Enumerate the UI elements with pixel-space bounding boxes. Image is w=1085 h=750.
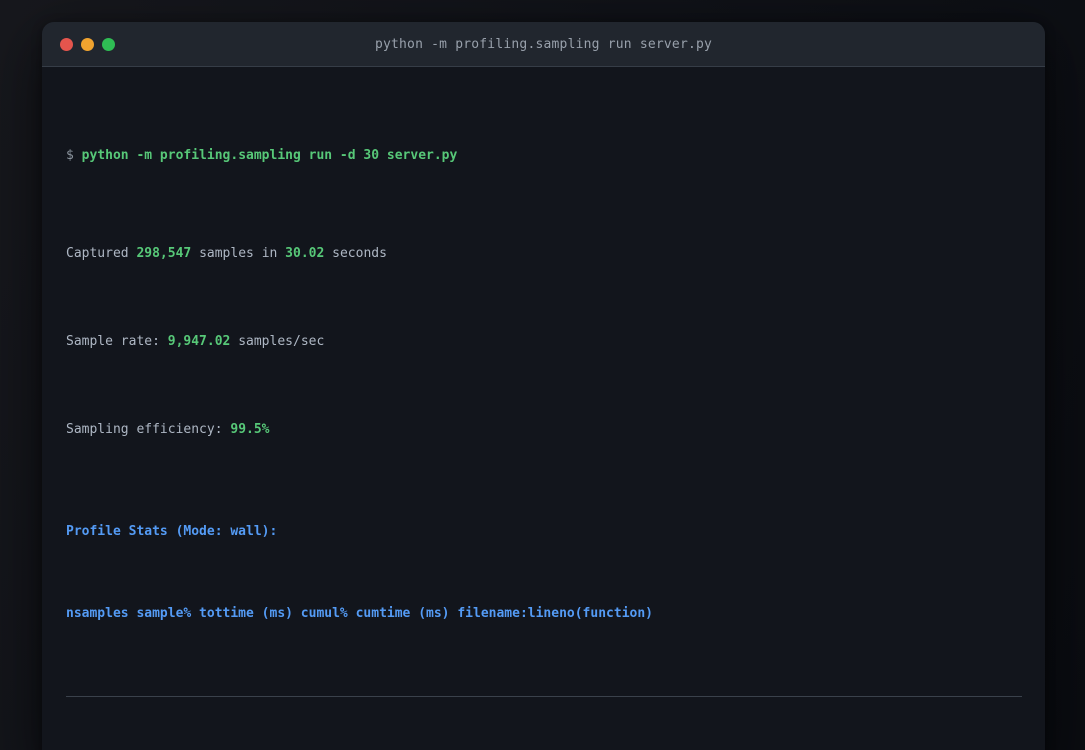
sample-rate-unit: samples/sec xyxy=(230,334,325,349)
desktop-background: python -m profiling.sampling run server.… xyxy=(0,0,1085,750)
efficiency-line: Sampling efficiency: 99.5% xyxy=(66,420,1025,440)
captured-line: Captured 298,547 samples in 30.02 second… xyxy=(66,244,1025,264)
sample-rate-label: Sample rate: xyxy=(66,334,168,349)
sample-rate-value: 9,947.02 xyxy=(167,334,231,349)
table-divider xyxy=(66,696,1022,697)
window-title: python -m profiling.sampling run server.… xyxy=(374,36,713,52)
titlebar[interactable]: python -m profiling.sampling run server.… xyxy=(42,22,1045,67)
profile-stats-heading: Profile Stats (Mode: wall): xyxy=(66,524,278,539)
terminal-body[interactable]: $ python -m profiling.sampling run -d 30… xyxy=(42,67,1045,750)
terminal-window: python -m profiling.sampling run server.… xyxy=(42,22,1045,750)
stats-column-header: nsamples sample% tottime (ms) cumul% cum… xyxy=(66,606,653,621)
captured-label: Captured xyxy=(66,246,137,261)
captured-label-3: seconds xyxy=(324,246,387,261)
sample-rate-line: Sample rate: 9,947.02 samples/sec xyxy=(66,332,1025,352)
shell-prompt: $ xyxy=(66,148,82,163)
efficiency-value: 99.5% xyxy=(230,422,270,437)
captured-samples-value: 298,547 xyxy=(136,246,192,261)
captured-duration-value: 30.02 xyxy=(285,246,325,261)
efficiency-label: Sampling efficiency: xyxy=(66,422,231,437)
command-line: $ python -m profiling.sampling run -d 30… xyxy=(66,146,1025,166)
captured-label-2: samples in xyxy=(191,246,286,261)
command-text: python -m profiling.sampling run -d 30 s… xyxy=(81,148,458,163)
